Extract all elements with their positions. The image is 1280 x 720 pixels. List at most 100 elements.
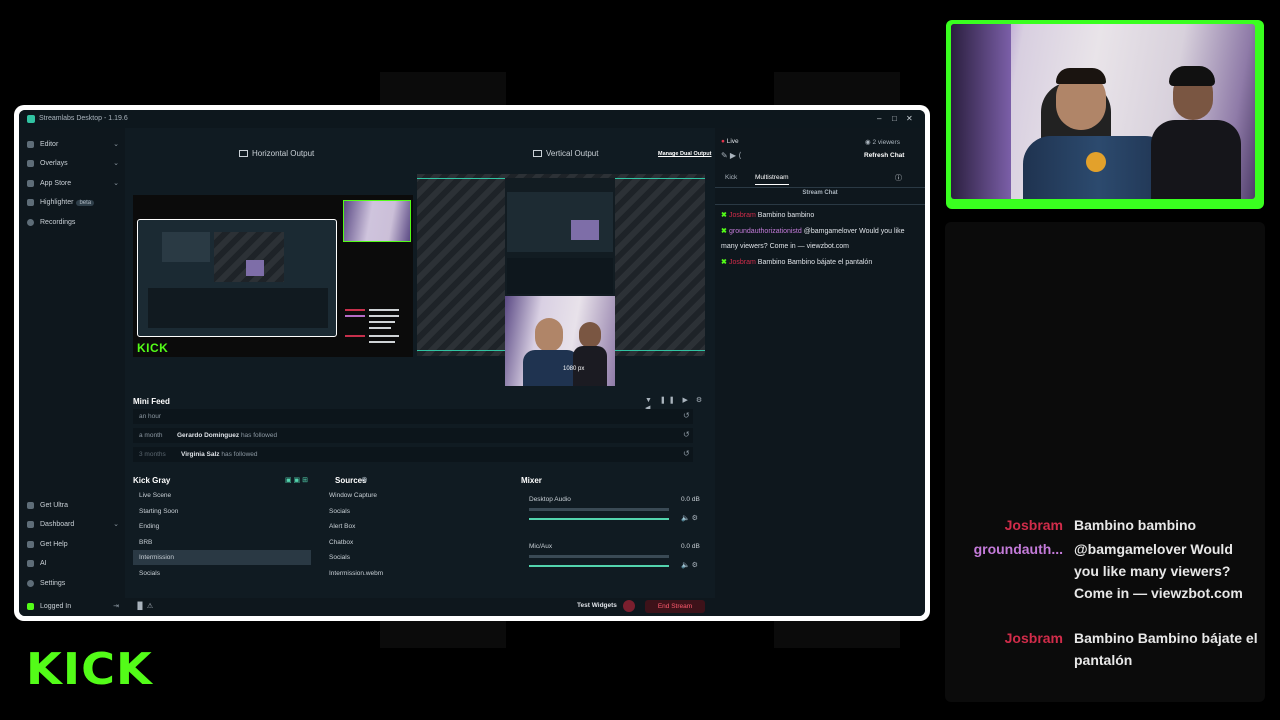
replay-icon[interactable]: ↺ [683, 430, 690, 439]
sidebar-item-get-help[interactable]: Get Help [27, 540, 119, 552]
source-item[interactable]: Socials [321, 550, 507, 565]
volume-slider[interactable] [529, 518, 669, 520]
vertical-output-label: Vertical Output [533, 149, 598, 158]
source-item[interactable]: Socials [321, 504, 507, 519]
source-item[interactable]: Alert Box [321, 519, 507, 534]
sidebar-item-settings[interactable]: Settings [27, 579, 119, 591]
sidebar-item-label: Editor [40, 141, 59, 148]
chat-message: ✖ Josbram Bambino bambino [721, 208, 911, 223]
sidebar-item-label: Dashboard [40, 521, 75, 528]
vertical-preview-canvas: 1080 px [417, 174, 705, 386]
eye-icon: ◉ [865, 139, 871, 146]
end-stream-button[interactable]: End Stream [645, 600, 705, 613]
footer-bar: ▐▌ ⚠ Test Widgets End Stream [125, 598, 715, 616]
feed-time: a month [139, 432, 163, 439]
chevron-down-icon: ⌄ [113, 160, 119, 167]
viewer-count: ◉ 2 viewers [865, 138, 900, 146]
chat-message: ✖ groundauthorizationistd @bamgamelover W… [721, 224, 911, 254]
overlay-chat-text: @bamgamelover Would you like many viewer… [1074, 541, 1243, 601]
mute-gear-icons[interactable]: 🔈 ⚙ [681, 514, 698, 522]
scene-item[interactable]: Socials [133, 566, 311, 581]
manage-dual-output-link[interactable]: Manage Dual Output [658, 151, 711, 157]
scene-item[interactable]: Starting Soon [133, 504, 311, 519]
sidebar-item-logged-in[interactable]: Logged In ⇥ [27, 602, 119, 614]
mixer-channel-name: Desktop Audio [529, 496, 571, 503]
kick-badge-icon: ✖ [721, 228, 727, 235]
scene-label: Live Scene [139, 492, 172, 499]
jersey-logo [1086, 152, 1106, 172]
feed-user: Virginia Salz [181, 451, 220, 458]
chat-username: groundauthorizationistd [729, 228, 802, 235]
preview-chat-line [369, 315, 399, 317]
logout-icon[interactable]: ⇥ [113, 602, 119, 610]
kick-logo: KICK [26, 648, 152, 692]
kick-logo-text: KICK [26, 644, 153, 695]
scene-label: Intermission [139, 554, 175, 561]
record-button[interactable] [623, 600, 635, 612]
chat-panel: ● Live ◉ 2 viewers ✎ ▶ ⟨ Refresh Chat Ki… [715, 128, 925, 616]
nested-docks [148, 288, 328, 328]
source-item[interactable]: Window Capture [321, 488, 507, 503]
scene-item[interactable]: Ending [133, 519, 311, 534]
vertical-preview[interactable]: 1080 px [505, 178, 615, 386]
sidebar-item-recordings[interactable]: Recordings [27, 218, 119, 230]
sidebar-item-label: Settings [40, 580, 66, 587]
scene-item[interactable]: BRB [133, 535, 311, 550]
audio-level-meter [529, 555, 669, 558]
streamlabs-logo-icon [27, 115, 35, 123]
sidebar-item-label: Get Ultra [40, 502, 69, 509]
ultra-icon [27, 502, 34, 509]
sidebar-item-editor[interactable]: Editor ⌄ [27, 140, 119, 152]
test-widgets-button[interactable]: Test Widgets [577, 602, 617, 609]
chevron-down-icon: ⌄ [113, 521, 119, 528]
maximize-button[interactable]: □ [892, 114, 897, 123]
minimize-button[interactable]: – [877, 114, 881, 123]
scene-list: Live Scene Starting Soon Ending BRB Inte… [133, 488, 311, 598]
sidebar-item-get-ultra[interactable]: Get Ultra [27, 501, 119, 513]
mute-gear-icons[interactable]: 🔈 ⚙ [681, 561, 698, 569]
volume-slider[interactable] [529, 565, 669, 567]
highlighter-icon [27, 199, 34, 206]
replay-icon[interactable]: ↺ [683, 449, 690, 458]
person-shirt [1151, 120, 1241, 199]
overlay-chat-text: Bambino Bambino bájate el pantalón [1074, 630, 1258, 668]
scene-tools[interactable]: ▣ ▣ ⊞ [285, 476, 308, 484]
add-source-icon[interactable]: ⊕ [361, 475, 368, 484]
source-item[interactable]: Chatbox [321, 535, 507, 550]
overlay-chat: Josbram Bambino bambino groundauth... @b… [945, 222, 1265, 702]
sidebar-item-app-store[interactable]: App Store ⌄ [27, 179, 119, 191]
preview-chat-user [345, 335, 365, 337]
window-title: Streamlabs Desktop - 1.19.6 [39, 115, 128, 122]
sidebar-item-label: App Store [40, 180, 72, 187]
chat-text: Bambino Bambino bájate el pantalón [757, 259, 873, 266]
tab-multistream[interactable]: Multistream [755, 174, 789, 185]
preview-chat-user [345, 309, 365, 311]
source-label: Socials [329, 508, 350, 515]
scene-item[interactable]: Live Scene [133, 488, 311, 503]
replay-icon[interactable]: ↺ [683, 411, 690, 420]
monitor-icon [239, 150, 248, 158]
streamlabs-window: Streamlabs Desktop - 1.19.6 – □ ✕ Editor… [14, 105, 930, 621]
source-item[interactable]: Intermission.webm [321, 566, 507, 581]
sidebar-item-ai[interactable]: AI [27, 559, 119, 571]
editor-main: Horizontal Output Vertical Output Manage… [125, 128, 715, 616]
close-button[interactable]: ✕ [906, 114, 913, 123]
sidebar-item-label: Overlays [40, 160, 68, 167]
scene-item-selected[interactable]: Intermission [133, 550, 311, 565]
mixer-title: Mixer [521, 476, 542, 485]
stats-icon[interactable]: ▐▌ ⚠ [135, 602, 153, 610]
chat-tools[interactable]: ✎ ▶ ⟨ [721, 151, 741, 160]
refresh-chat-button[interactable]: Refresh Chat [864, 152, 904, 159]
source-label: Socials [329, 554, 350, 561]
overlay-chat-username: Josbram [1004, 630, 1063, 646]
title-bar: Streamlabs Desktop - 1.19.6 – □ ✕ [19, 110, 925, 128]
horizontal-output-text: Horizontal Output [252, 149, 315, 158]
sidebar-item-dashboard[interactable]: Dashboard ⌄ [27, 520, 119, 532]
person-face [535, 318, 563, 352]
mixer-channel-db: 0.0 dB [681, 543, 700, 550]
horizontal-preview[interactable]: KICK [133, 195, 413, 357]
sidebar-item-highlighter[interactable]: Highlighter beta [27, 198, 119, 210]
sidebar-item-overlays[interactable]: Overlays ⌄ [27, 159, 119, 171]
tab-kick[interactable]: Kick [725, 174, 737, 181]
info-icon[interactable]: ⓘ [895, 173, 902, 183]
